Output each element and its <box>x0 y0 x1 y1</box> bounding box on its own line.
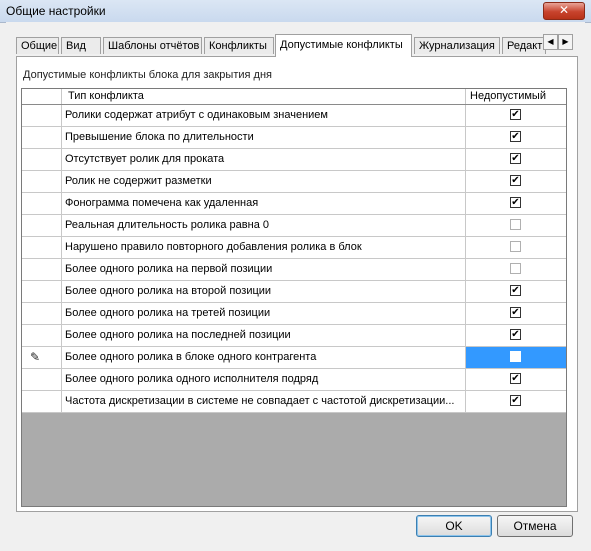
arrow-right-icon: ▶ <box>562 37 569 46</box>
row-indicator-cell[interactable] <box>22 391 62 412</box>
forbidden-cell[interactable]: ✔ <box>466 325 566 346</box>
table-row[interactable]: Ролик не содержит разметки ✔ <box>22 171 566 193</box>
settings-window: Общие настройки ✕ Общие Вид Шаблоны отчё… <box>0 0 591 551</box>
tab-logging[interactable]: Журнализация <box>414 37 500 54</box>
forbidden-cell[interactable]: ✔ <box>466 105 566 126</box>
forbidden-checkbox[interactable] <box>510 351 521 362</box>
forbidden-checkbox[interactable]: ✔ <box>510 175 521 186</box>
grid-header: Тип конфликта Недопустимый <box>22 89 566 105</box>
forbidden-checkbox[interactable]: ✔ <box>510 131 521 142</box>
table-row[interactable]: Ролики содержат атрибут с одинаковым зна… <box>22 105 566 127</box>
forbidden-checkbox[interactable]: ✔ <box>510 197 521 208</box>
dialog-body: Общие Вид Шаблоны отчётов Конфликты Допу… <box>6 22 585 545</box>
forbidden-checkbox[interactable]: ✔ <box>510 285 521 296</box>
column-header-forbidden[interactable]: Недопустимый <box>466 89 566 104</box>
arrow-left-icon: ◀ <box>547 37 554 46</box>
table-row[interactable]: Превышение блока по длительности ✔ <box>22 127 566 149</box>
table-row[interactable]: Отсутствует ролик для проката ✔ <box>22 149 566 171</box>
forbidden-cell[interactable] <box>466 237 566 258</box>
forbidden-checkbox[interactable]: ✔ <box>510 373 521 384</box>
conflict-type-cell[interactable]: Более одного ролика на третей позиции <box>62 303 466 324</box>
row-indicator-cell[interactable] <box>22 281 62 302</box>
table-row[interactable]: Более одного ролика на последней позиции… <box>22 325 566 347</box>
tab-general[interactable]: Общие <box>16 37 59 54</box>
forbidden-cell[interactable]: ✔ <box>466 303 566 324</box>
table-row[interactable]: Фонограмма помечена как удаленная ✔ <box>22 193 566 215</box>
conflict-type-cell[interactable]: Более одного ролика на второй позиции <box>62 281 466 302</box>
ok-button[interactable]: OK <box>416 515 492 537</box>
forbidden-cell[interactable] <box>466 259 566 280</box>
row-indicator-cell[interactable]: ✎ <box>22 347 62 368</box>
row-indicator-cell[interactable] <box>22 149 62 170</box>
conflict-type-cell[interactable]: Ролики содержат атрибут с одинаковым зна… <box>62 105 466 126</box>
tab-strip: Общие Вид Шаблоны отчётов Конфликты Допу… <box>16 34 546 57</box>
row-indicator-cell[interactable] <box>22 127 62 148</box>
forbidden-checkbox[interactable]: ✔ <box>510 153 521 164</box>
conflict-type-cell[interactable]: Превышение блока по длительности <box>62 127 466 148</box>
tab-scroll-right-button[interactable]: ▶ <box>558 34 573 50</box>
header-indicator-cell <box>22 89 62 104</box>
forbidden-cell[interactable]: ✔ <box>466 127 566 148</box>
forbidden-checkbox[interactable]: ✔ <box>510 329 521 340</box>
conflict-type-cell[interactable]: Более одного ролика в блоке одного контр… <box>62 347 466 368</box>
table-row[interactable]: Более одного ролика на третей позиции ✔ <box>22 303 566 325</box>
tab-allowed-conflicts[interactable]: Допустимые конфликты <box>275 34 412 57</box>
conflict-type-cell[interactable]: Фонограмма помечена как удаленная <box>62 193 466 214</box>
table-row[interactable]: Реальная длительность ролика равна 0 <box>22 215 566 237</box>
row-indicator-cell[interactable] <box>22 237 62 258</box>
forbidden-cell[interactable]: ✔ <box>466 369 566 390</box>
close-button[interactable]: ✕ <box>543 2 585 20</box>
conflicts-grid: Тип конфликта Недопустимый Ролики содерж… <box>21 88 567 507</box>
forbidden-cell[interactable]: ✔ <box>466 171 566 192</box>
allowed-conflicts-panel: Допустимые конфликты блока для закрытия … <box>16 56 578 512</box>
forbidden-checkbox[interactable] <box>510 241 521 252</box>
title-bar[interactable]: Общие настройки ✕ <box>0 0 591 23</box>
forbidden-cell[interactable] <box>466 215 566 236</box>
row-indicator-cell[interactable] <box>22 259 62 280</box>
column-header-type[interactable]: Тип конфликта <box>62 89 466 104</box>
conflict-type-cell[interactable]: Нарушено правило повторного добавления р… <box>62 237 466 258</box>
table-row[interactable]: Более одного ролика на второй позиции ✔ <box>22 281 566 303</box>
row-indicator-cell[interactable] <box>22 369 62 390</box>
forbidden-checkbox[interactable] <box>510 219 521 230</box>
table-row[interactable]: Более одного ролика одного исполнителя п… <box>22 369 566 391</box>
cancel-button[interactable]: Отмена <box>497 515 573 537</box>
forbidden-cell[interactable]: ✔ <box>466 193 566 214</box>
row-indicator-cell[interactable] <box>22 325 62 346</box>
conflict-type-cell[interactable]: Более одного ролика одного исполнителя п… <box>62 369 466 390</box>
table-row[interactable]: ✎ Более одного ролика в блоке одного конт… <box>22 347 566 369</box>
tab-report-templates[interactable]: Шаблоны отчётов <box>103 37 202 54</box>
conflict-type-cell[interactable]: Отсутствует ролик для проката <box>62 149 466 170</box>
tab-scroll-left-button[interactable]: ◀ <box>543 34 558 50</box>
tab-view[interactable]: Вид <box>61 37 101 54</box>
forbidden-checkbox[interactable]: ✔ <box>510 395 521 406</box>
forbidden-cell[interactable]: ✔ <box>466 149 566 170</box>
close-icon: ✕ <box>558 3 570 17</box>
row-indicator-cell[interactable] <box>22 171 62 192</box>
forbidden-checkbox[interactable]: ✔ <box>510 109 521 120</box>
forbidden-cell[interactable]: ✔ <box>466 391 566 412</box>
forbidden-checkbox[interactable]: ✔ <box>510 307 521 318</box>
forbidden-cell[interactable]: ✔ <box>466 281 566 302</box>
window-title: Общие настройки <box>6 4 106 18</box>
pencil-icon: ✎ <box>30 350 41 364</box>
table-row[interactable]: Более одного ролика на первой позиции <box>22 259 566 281</box>
tab-conflicts[interactable]: Конфликты <box>204 37 274 54</box>
tab-editor[interactable]: Редакт <box>502 37 546 54</box>
forbidden-checkbox[interactable] <box>510 263 521 274</box>
row-indicator-cell[interactable] <box>22 215 62 236</box>
conflict-type-cell[interactable]: Более одного ролика на первой позиции <box>62 259 466 280</box>
conflict-type-cell[interactable]: Ролик не содержит разметки <box>62 171 466 192</box>
section-label: Допустимые конфликты блока для закрытия … <box>23 69 272 81</box>
row-indicator-cell[interactable] <box>22 193 62 214</box>
conflict-type-cell[interactable]: Частота дискретизации в системе не совпа… <box>62 391 466 412</box>
table-row[interactable]: Частота дискретизации в системе не совпа… <box>22 391 566 413</box>
forbidden-cell[interactable] <box>466 347 566 368</box>
row-indicator-cell[interactable] <box>22 303 62 324</box>
row-indicator-cell[interactable] <box>22 105 62 126</box>
table-row[interactable]: Нарушено правило повторного добавления р… <box>22 237 566 259</box>
conflict-type-cell[interactable]: Реальная длительность ролика равна 0 <box>62 215 466 236</box>
conflict-type-cell[interactable]: Более одного ролика на последней позиции <box>62 325 466 346</box>
